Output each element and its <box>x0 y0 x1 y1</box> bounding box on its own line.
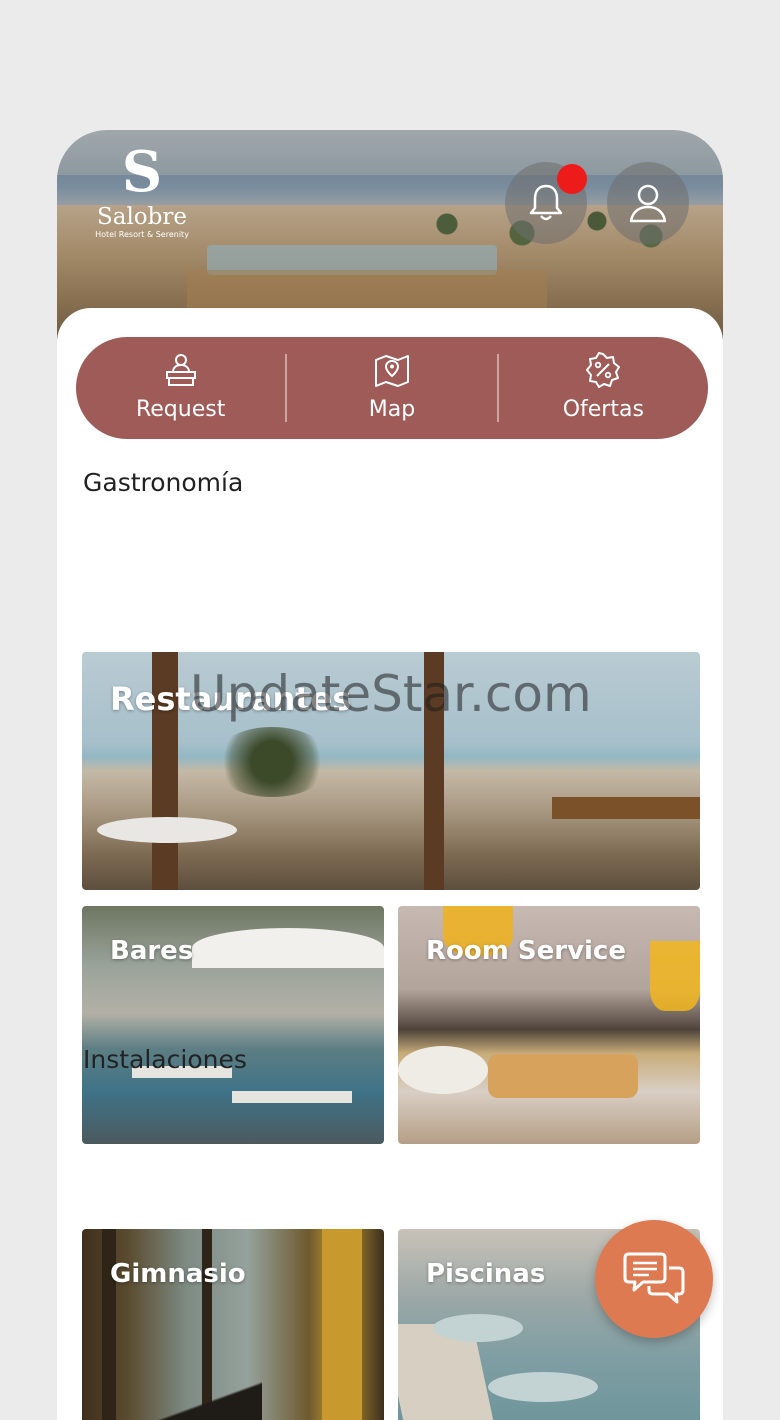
photo-machine <box>112 1379 262 1420</box>
notifications-button[interactable] <box>505 162 587 244</box>
quick-action-label: Request <box>135 396 226 422</box>
discount-badge-icon <box>586 351 621 388</box>
card-title: Bares <box>110 936 194 966</box>
photo-toast <box>488 1054 638 1098</box>
photo-table <box>552 797 700 819</box>
card-title: Piscinas <box>426 1259 546 1289</box>
photo-table <box>232 1091 352 1103</box>
photo-pillar <box>322 1229 362 1420</box>
card-title: Gimnasio <box>110 1259 246 1289</box>
quick-action-request[interactable]: Request <box>76 337 285 439</box>
card-title: Room Service <box>426 936 626 966</box>
quick-action-ofertas[interactable]: Ofertas <box>499 337 708 439</box>
quick-actions-bar: Request Map Ofertas <box>76 337 708 439</box>
photo-plate <box>398 1046 488 1094</box>
profile-button[interactable] <box>607 162 689 244</box>
hero-terrace <box>187 270 547 310</box>
map-pin-icon <box>374 354 409 387</box>
card-room-service[interactable]: Room Service <box>398 906 700 1144</box>
card-gimnasio[interactable]: Gimnasio <box>82 1229 384 1420</box>
watermark: UpdateStar.com <box>190 665 592 723</box>
section-title-gastronomia: Gastronomía <box>83 468 244 497</box>
photo-plant <box>212 727 332 797</box>
chat-button[interactable] <box>595 1220 713 1338</box>
user-icon <box>629 184 667 223</box>
chat-bubbles-icon <box>623 1252 685 1304</box>
photo-juice-glass <box>650 941 700 1011</box>
notification-badge <box>557 164 587 194</box>
quick-action-label: Ofertas <box>562 396 644 422</box>
quick-action-map[interactable]: Map <box>287 337 496 439</box>
section-title-instalaciones: Instalaciones <box>83 1045 247 1074</box>
reception-desk-icon <box>165 353 196 386</box>
brand-logo: S Salobre Hotel Resort & Serenity <box>87 142 197 240</box>
photo-stepping-stone <box>488 1372 598 1402</box>
card-bares[interactable]: Bares <box>82 906 384 1144</box>
photo-stepping-stone <box>433 1314 523 1342</box>
quick-action-label: Map <box>368 396 416 422</box>
app-screen: S Salobre Hotel Resort & Serenity Reques… <box>57 130 723 1420</box>
brand-tagline: Hotel Resort & Serenity <box>95 230 189 239</box>
brand-name: Salobre <box>96 204 187 230</box>
brand-initial: S <box>121 139 163 205</box>
photo-umbrella <box>192 928 384 968</box>
photo-table <box>97 817 237 843</box>
